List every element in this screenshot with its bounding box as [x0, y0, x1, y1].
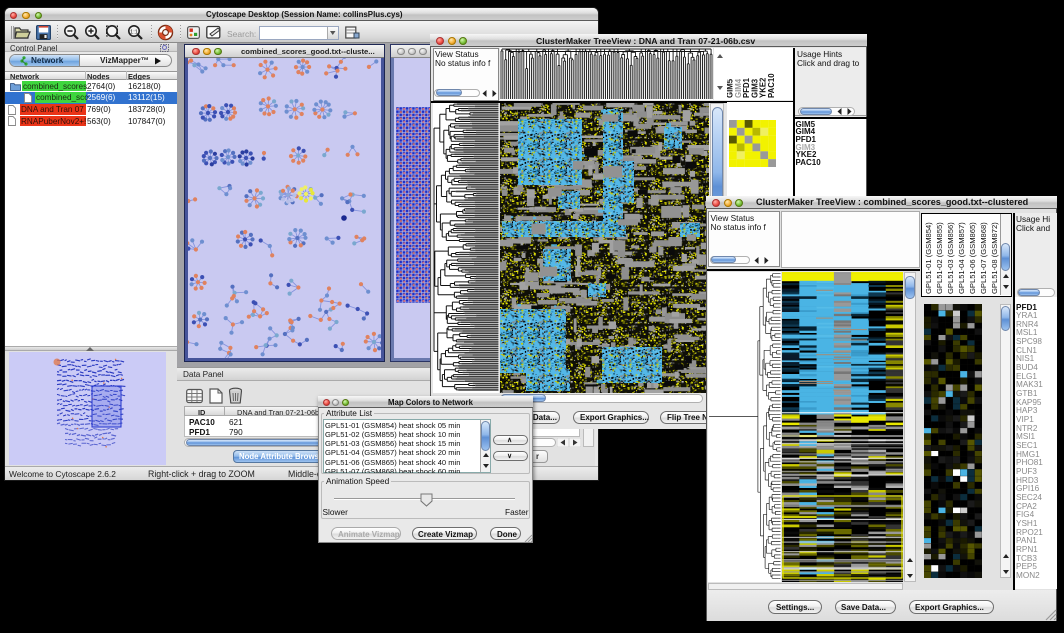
svg-text:GPL51-08 (GSM872): GPL51-08 (GSM872) [990, 222, 999, 294]
svg-text:GPL51-04 (GSM857): GPL51-04 (GSM857) [957, 222, 966, 294]
svg-text:GPL51-03 (GSM856): GPL51-03 (GSM856) [946, 222, 955, 294]
svg-text:GPL51-01 (GSM854): GPL51-01 (GSM854) [924, 222, 933, 294]
svg-text:PAC10: PAC10 [767, 73, 776, 98]
svg-text:GPL51-06 (GSM865): GPL51-06 (GSM865) [968, 222, 977, 294]
svg-text:1:1: 1:1 [130, 29, 138, 35]
svg-text:GPL51-02 (GSM855): GPL51-02 (GSM855) [935, 222, 944, 294]
svg-text:GPL51-07 (GSM868): GPL51-07 (GSM868) [979, 222, 988, 294]
